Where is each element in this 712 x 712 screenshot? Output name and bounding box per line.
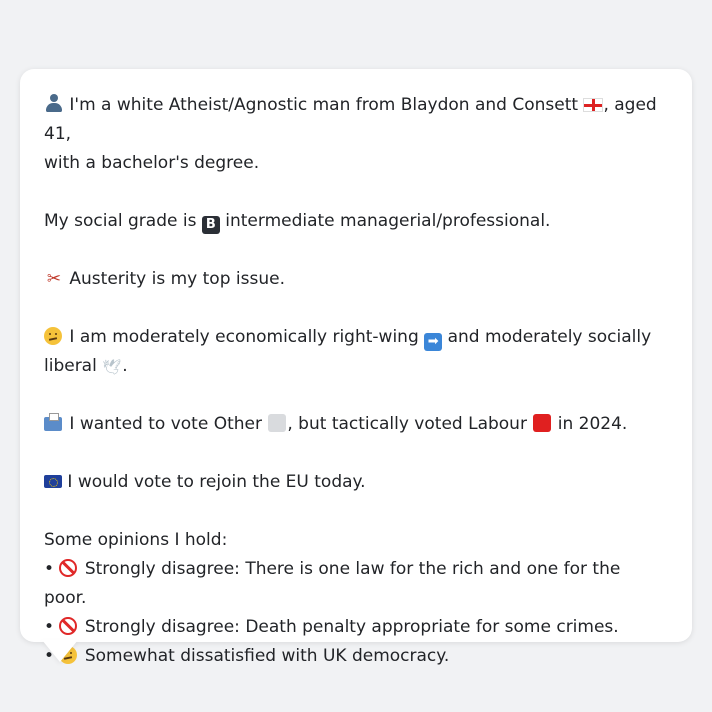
vote-year: in 2024. [557, 414, 628, 434]
thinking-face-icon [44, 327, 62, 345]
social-grade-paragraph: My social grade is B intermediate manage… [44, 207, 668, 236]
politics-paragraph: I am moderately economically right-wing … [44, 323, 668, 381]
top-issue-text: Austerity is my top issue. [69, 269, 285, 289]
opinion-item: • Somewhat dissatisfied with UK democrac… [44, 642, 668, 671]
opinion-text: Somewhat dissatisfied with UK democracy. [84, 646, 450, 666]
identity-paragraph: I'm a white Atheist/Agnostic man from Bl… [44, 91, 668, 178]
ballot-box-icon [44, 413, 62, 431]
labour-color-icon [533, 414, 552, 432]
person-icon [44, 93, 64, 113]
scissors-icon: ✂ [46, 269, 62, 289]
top-issue-paragraph: ✂ Austerity is my top issue. [44, 265, 668, 294]
prohibited-icon [59, 617, 78, 635]
dove-icon: 🕊 [102, 358, 122, 376]
politics-economic: I am moderately economically right-wing [69, 327, 419, 347]
opinion-text: Strongly disagree: There is one law for … [44, 559, 621, 608]
message-bubble: I'm a white Atheist/Agnostic man from Bl… [20, 69, 692, 666]
identity-education: with a bachelor's degree. [44, 153, 260, 173]
bullet: • [44, 617, 55, 637]
opinions-heading: Some opinions I hold: [44, 530, 228, 550]
politics-social: and moderately socially [447, 327, 652, 347]
social-grade-prefix: My social grade is [44, 211, 197, 231]
eu-text: I would vote to rejoin the EU today. [67, 472, 366, 492]
vote-wanted: I wanted to vote Other [69, 414, 262, 434]
other-party-color-icon [268, 414, 287, 432]
prohibited-icon [59, 559, 78, 577]
bubble-tail [42, 640, 78, 662]
opinion-item: • Strongly disagree: Death penalty appro… [44, 613, 668, 642]
bullet: • [44, 559, 55, 579]
identity-text: I'm a white Atheist/Agnostic man from Bl… [69, 95, 579, 115]
right-arrow-icon: ➡ [424, 333, 443, 351]
england-flag-icon [583, 98, 604, 112]
opinion-item: • Strongly disagree: There is one law fo… [44, 555, 668, 613]
opinions-section: Some opinions I hold: • Strongly disagre… [44, 526, 668, 671]
grade-b-icon: B [201, 216, 220, 234]
eu-flag-icon [44, 475, 62, 488]
social-grade-text: intermediate managerial/professional. [225, 211, 551, 231]
opinion-text: Strongly disagree: Death penalty appropr… [84, 617, 619, 637]
vote-paragraph: I wanted to vote Other , but tactically … [44, 410, 668, 439]
politics-end: . [122, 356, 128, 376]
politics-liberal: liberal [44, 356, 97, 376]
eu-paragraph: I would vote to rejoin the EU today. [44, 468, 668, 497]
vote-tactical: , but tactically voted Labour [287, 414, 527, 434]
